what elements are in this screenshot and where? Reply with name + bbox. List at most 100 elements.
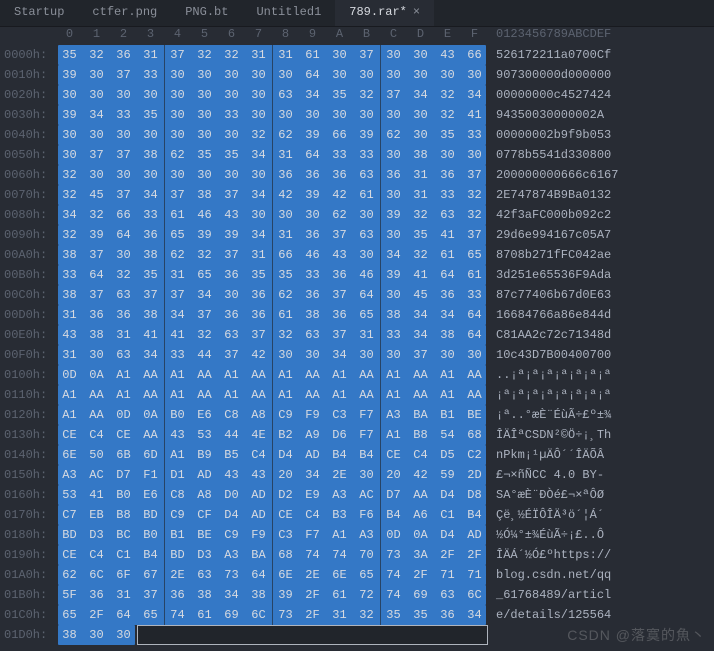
- hex-byte[interactable]: 30: [83, 345, 110, 365]
- hex-byte[interactable]: A1: [434, 385, 461, 405]
- hex-byte[interactable]: 43: [218, 205, 245, 225]
- hex-byte[interactable]: 61: [164, 205, 191, 225]
- hex-byte[interactable]: 31: [56, 345, 83, 365]
- hex-byte[interactable]: 30: [380, 105, 407, 125]
- hex-byte[interactable]: B4: [461, 505, 488, 525]
- hex-byte[interactable]: 37: [326, 225, 353, 245]
- hex-byte[interactable]: 32: [218, 45, 245, 65]
- hex-byte[interactable]: B4: [380, 505, 407, 525]
- hex-byte[interactable]: 6B: [110, 445, 137, 465]
- hex-byte[interactable]: 71: [434, 565, 461, 585]
- hex-byte[interactable]: 33: [299, 265, 326, 285]
- hex-byte[interactable]: 61: [353, 185, 380, 205]
- hex-byte[interactable]: 30: [245, 165, 272, 185]
- hex-byte[interactable]: AA: [83, 405, 110, 425]
- row-ascii[interactable]: 00000000c4527424: [488, 85, 611, 105]
- hex-byte[interactable]: D6: [326, 425, 353, 445]
- hex-byte[interactable]: 63: [434, 585, 461, 605]
- hex-byte[interactable]: A8: [191, 485, 218, 505]
- hex-byte[interactable]: 74: [164, 605, 191, 625]
- hex-byte[interactable]: 37: [110, 65, 137, 85]
- hex-byte[interactable]: 34: [164, 305, 191, 325]
- hex-byte[interactable]: 66: [461, 45, 488, 65]
- hex-byte[interactable]: A3: [353, 525, 380, 545]
- hex-byte[interactable]: 45: [407, 285, 434, 305]
- hex-byte[interactable]: 36: [434, 605, 461, 625]
- hex-byte[interactable]: F9: [299, 405, 326, 425]
- hex-byte[interactable]: 30: [461, 345, 488, 365]
- hex-byte[interactable]: 34: [299, 465, 326, 485]
- hex-byte[interactable]: 35: [326, 85, 353, 105]
- hex-byte[interactable]: 34: [299, 85, 326, 105]
- hex-byte[interactable]: B0: [137, 525, 164, 545]
- hex-byte[interactable]: 30: [218, 285, 245, 305]
- hex-byte[interactable]: 35: [56, 45, 83, 65]
- hex-byte[interactable]: 31: [164, 265, 191, 285]
- hex-byte[interactable]: 34: [137, 345, 164, 365]
- hex-byte[interactable]: 6F: [110, 565, 137, 585]
- hex-byte[interactable]: 39: [83, 225, 110, 245]
- hex-byte[interactable]: 32: [191, 245, 218, 265]
- hex-byte[interactable]: 66: [326, 125, 353, 145]
- hex-byte[interactable]: 38: [137, 305, 164, 325]
- hex-byte[interactable]: 72: [353, 585, 380, 605]
- hex-byte[interactable]: 0D: [56, 365, 83, 385]
- hex-byte[interactable]: 30: [407, 125, 434, 145]
- hex-byte[interactable]: A3: [326, 485, 353, 505]
- hex-byte[interactable]: 34: [245, 225, 272, 245]
- hex-row[interactable]: 0170h:C7EBB8BDC9CFD4ADCEC4B3F6B4A6C1B4Çë…: [0, 505, 714, 525]
- hex-byte[interactable]: 65: [164, 225, 191, 245]
- hex-byte[interactable]: 64: [461, 305, 488, 325]
- hex-byte[interactable]: 50: [83, 445, 110, 465]
- hex-byte[interactable]: 69: [218, 605, 245, 625]
- tab-untitled1[interactable]: Untitled1: [242, 0, 335, 26]
- hex-byte[interactable]: 30: [110, 125, 137, 145]
- hex-byte[interactable]: 2F: [407, 565, 434, 585]
- hex-byte[interactable]: 30: [83, 165, 110, 185]
- hex-byte[interactable]: 32: [272, 325, 299, 345]
- hex-byte[interactable]: 42: [245, 345, 272, 365]
- hex-byte[interactable]: 34: [83, 105, 110, 125]
- hex-byte[interactable]: 20: [380, 465, 407, 485]
- hex-byte[interactable]: 30: [272, 205, 299, 225]
- hex-byte[interactable]: 35: [407, 605, 434, 625]
- hex-byte[interactable]: 43: [326, 245, 353, 265]
- hex-byte[interactable]: 30: [272, 345, 299, 365]
- hex-byte[interactable]: AC: [353, 485, 380, 505]
- hex-byte[interactable]: AA: [191, 385, 218, 405]
- hex-byte[interactable]: 38: [245, 585, 272, 605]
- hex-byte[interactable]: 54: [434, 425, 461, 445]
- hex-byte[interactable]: 0D: [380, 525, 407, 545]
- hex-byte[interactable]: CE: [110, 425, 137, 445]
- hex-byte[interactable]: 30: [83, 65, 110, 85]
- hex-byte[interactable]: C8: [164, 485, 191, 505]
- hex-byte[interactable]: 30: [407, 45, 434, 65]
- hex-byte[interactable]: 64: [353, 285, 380, 305]
- hex-row[interactable]: 0160h:5341B0E6C8A8D0ADD2E9A3ACD7AAD4D8SA…: [0, 485, 714, 505]
- hex-byte[interactable]: 43: [245, 465, 272, 485]
- hex-byte[interactable]: EB: [83, 505, 110, 525]
- hex-byte[interactable]: 30: [380, 345, 407, 365]
- hex-byte[interactable]: 43: [218, 465, 245, 485]
- hex-byte[interactable]: 30: [110, 85, 137, 105]
- row-ascii[interactable]: 10c43D7B00400700: [488, 345, 611, 365]
- hex-byte[interactable]: AA: [83, 385, 110, 405]
- hex-byte[interactable]: 32: [191, 45, 218, 65]
- hex-byte[interactable]: 31: [110, 585, 137, 605]
- hex-row[interactable]: 0000h:3532363137323231316130373030436652…: [0, 45, 714, 65]
- hex-byte[interactable]: 38: [137, 145, 164, 165]
- hex-byte[interactable]: 38: [56, 625, 83, 645]
- hex-byte[interactable]: 30: [191, 125, 218, 145]
- hex-byte[interactable]: AA: [299, 385, 326, 405]
- hex-byte[interactable]: 35: [137, 265, 164, 285]
- hex-byte[interactable]: 35: [407, 225, 434, 245]
- hex-byte[interactable]: E6: [191, 405, 218, 425]
- hex-byte[interactable]: 44: [218, 425, 245, 445]
- hex-byte[interactable]: 30: [245, 65, 272, 85]
- hex-row[interactable]: 0090h:3239643665393934313637633035413729…: [0, 225, 714, 245]
- tab-pngbt[interactable]: PNG.bt: [171, 0, 242, 26]
- hex-byte[interactable]: 34: [407, 85, 434, 105]
- row-ascii[interactable]: 94350030000002A: [488, 105, 604, 125]
- hex-byte[interactable]: 68: [272, 545, 299, 565]
- hex-byte[interactable]: 30: [137, 85, 164, 105]
